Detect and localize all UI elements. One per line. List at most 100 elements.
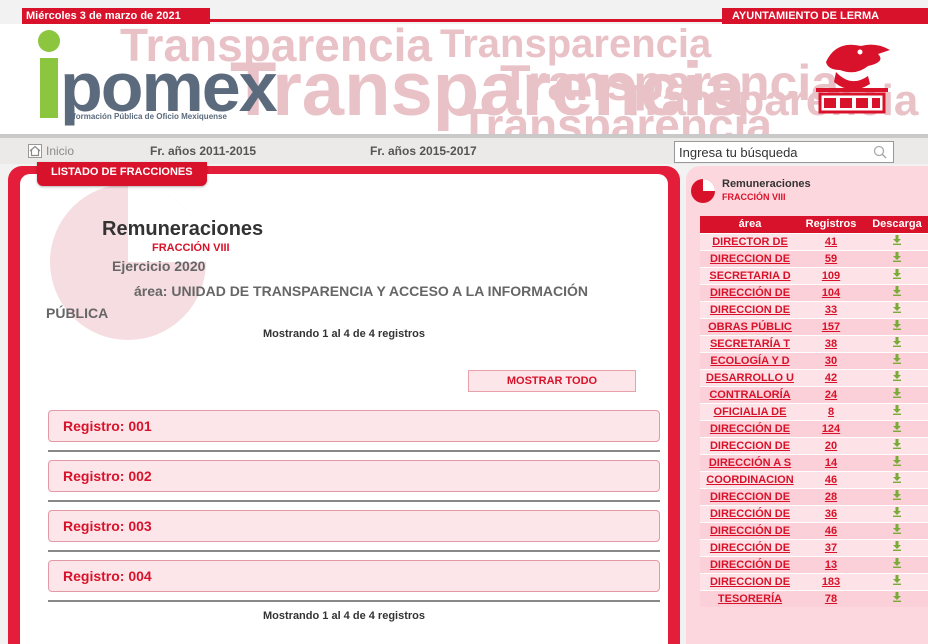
ayuntamiento-label: AYUNTAMIENTO DE LERMA bbox=[722, 8, 928, 24]
area-link[interactable]: DIRECTOR DE bbox=[712, 236, 788, 248]
show-all-button[interactable]: MOSTRAR TODO bbox=[468, 370, 636, 392]
area-link[interactable]: DIRECCIÓN DE bbox=[710, 508, 790, 520]
search-icon[interactable] bbox=[873, 145, 887, 159]
area-link[interactable]: OBRAS PÚBLIC bbox=[708, 321, 792, 333]
area-link[interactable]: DIRECCIÓN DE bbox=[710, 542, 790, 554]
registros-link[interactable]: 33 bbox=[825, 304, 837, 316]
descarga-cell bbox=[862, 249, 928, 267]
table-row: COORDINACION 46 bbox=[700, 470, 928, 488]
registros-link[interactable]: 46 bbox=[825, 525, 837, 537]
registros-link[interactable]: 36 bbox=[825, 508, 837, 520]
download-icon[interactable] bbox=[892, 235, 902, 245]
nav-link-2015-2017[interactable]: Fr. años 2015-2017 bbox=[370, 144, 477, 158]
area-link[interactable]: SECRETARIA D bbox=[709, 270, 790, 282]
descarga-cell bbox=[862, 300, 928, 318]
area-link[interactable]: TESORERÍA bbox=[718, 593, 782, 605]
area-link[interactable]: SECRETARÍA T bbox=[710, 338, 790, 350]
registros-link[interactable]: 78 bbox=[825, 593, 837, 605]
registros-link[interactable]: 14 bbox=[825, 457, 837, 469]
registros-link[interactable]: 183 bbox=[822, 576, 840, 588]
registros-link[interactable]: 124 bbox=[822, 423, 840, 435]
area-link[interactable]: DESARROLLO U bbox=[706, 372, 794, 384]
download-icon[interactable] bbox=[892, 337, 902, 347]
registros-link[interactable]: 46 bbox=[825, 474, 837, 486]
registros-link[interactable]: 37 bbox=[825, 542, 837, 554]
registro-003[interactable]: Registro: 003 bbox=[48, 510, 660, 542]
nav-link-2011-2015[interactable]: Fr. años 2011-2015 bbox=[150, 144, 256, 158]
download-icon[interactable] bbox=[892, 303, 902, 313]
download-icon[interactable] bbox=[892, 252, 902, 262]
area-link[interactable]: COORDINACION bbox=[706, 474, 793, 486]
registros-link[interactable]: 20 bbox=[825, 440, 837, 452]
area-link[interactable]: DIRECCION DE bbox=[710, 253, 790, 265]
area-link[interactable]: DIRECCION DE bbox=[710, 440, 790, 452]
download-icon[interactable] bbox=[892, 320, 902, 330]
registros-link[interactable]: 109 bbox=[822, 270, 840, 282]
registros-link[interactable]: 42 bbox=[825, 372, 837, 384]
table-row: DIRECTOR DE 41 bbox=[700, 232, 928, 250]
download-icon[interactable] bbox=[892, 388, 902, 398]
download-icon[interactable] bbox=[892, 524, 902, 534]
area-link[interactable]: DIRECCIÓN DE bbox=[710, 287, 790, 299]
area-link[interactable]: OFICIALIA DE bbox=[714, 406, 787, 418]
download-icon[interactable] bbox=[892, 286, 902, 296]
area-link[interactable]: DIRECCIÓN A S bbox=[709, 457, 791, 469]
download-icon[interactable] bbox=[892, 456, 902, 466]
listado-fracciones-tab[interactable]: LISTADO DE FRACCIONES bbox=[37, 162, 207, 186]
watermark-text: Transparencia bbox=[460, 99, 772, 134]
download-icon[interactable] bbox=[892, 490, 902, 500]
records-count: Mostrando 1 al 4 de 4 registros bbox=[263, 328, 425, 340]
download-icon[interactable] bbox=[892, 575, 902, 585]
area-link[interactable]: ECOLOGÍA Y D bbox=[710, 355, 789, 367]
area-link[interactable]: DIRECCIÓN DE bbox=[710, 525, 790, 537]
registros-link[interactable]: 59 bbox=[825, 253, 837, 265]
registros-link[interactable]: 30 bbox=[825, 355, 837, 367]
area-link[interactable]: DIRECCIÓN DE bbox=[710, 559, 790, 571]
download-icon[interactable] bbox=[892, 439, 902, 449]
registros-cell: 46 bbox=[800, 470, 862, 488]
registros-link[interactable]: 38 bbox=[825, 338, 837, 350]
registros-link[interactable]: 41 bbox=[825, 236, 837, 248]
registros-link[interactable]: 13 bbox=[825, 559, 837, 571]
download-icon[interactable] bbox=[892, 558, 902, 568]
area-link[interactable]: DIRECCION DE bbox=[710, 304, 790, 316]
download-icon[interactable] bbox=[892, 592, 902, 603]
download-icon[interactable] bbox=[892, 269, 902, 279]
nav-home-link[interactable]: Inicio bbox=[28, 144, 74, 158]
area-cell: OFICIALIA DE bbox=[700, 402, 800, 420]
registros-cell: 183 bbox=[800, 572, 862, 590]
registros-link[interactable]: 157 bbox=[822, 321, 840, 333]
table-row: ECOLOGÍA Y D 30 bbox=[700, 351, 928, 369]
area-link[interactable]: DIRECCION DE bbox=[710, 491, 790, 503]
column-header-descarga: Descarga bbox=[862, 216, 928, 233]
registros-cell: 42 bbox=[800, 368, 862, 386]
fraccion-label: FRACCIÓN VIII bbox=[152, 242, 230, 254]
registro-002[interactable]: Registro: 002 bbox=[48, 460, 660, 492]
descarga-cell bbox=[862, 572, 928, 590]
registros-link[interactable]: 8 bbox=[828, 406, 834, 418]
download-icon[interactable] bbox=[892, 405, 902, 415]
area-link[interactable]: CONTRALORÍA bbox=[709, 389, 790, 401]
registro-004[interactable]: Registro: 004 bbox=[48, 560, 660, 592]
download-icon[interactable] bbox=[892, 473, 902, 483]
table-row: DIRECCION DE 59 bbox=[700, 249, 928, 267]
download-icon[interactable] bbox=[892, 354, 902, 364]
area-label: área: UNIDAD DE TRANSPARENCIA Y ACCESO A… bbox=[46, 283, 589, 321]
descarga-cell bbox=[862, 436, 928, 454]
registros-link[interactable]: 24 bbox=[825, 389, 837, 401]
registros-link[interactable]: 104 bbox=[822, 287, 840, 299]
registros-link[interactable]: 28 bbox=[825, 491, 837, 503]
download-icon[interactable] bbox=[892, 541, 902, 551]
registros-cell: 20 bbox=[800, 436, 862, 454]
search-input[interactable] bbox=[675, 142, 855, 162]
download-icon[interactable] bbox=[892, 371, 902, 381]
registro-001[interactable]: Registro: 001 bbox=[48, 410, 660, 442]
divider bbox=[48, 450, 660, 452]
area-cell: OBRAS PÚBLIC bbox=[700, 317, 800, 335]
download-icon[interactable] bbox=[892, 507, 902, 517]
area-link[interactable]: DIRECCIÓN DE bbox=[710, 423, 790, 435]
descarga-cell bbox=[862, 385, 928, 403]
area-link[interactable]: DIRECCION DE bbox=[710, 576, 790, 588]
download-icon[interactable] bbox=[892, 422, 902, 432]
ejercicio-label: Ejercicio 2020 bbox=[112, 258, 206, 274]
